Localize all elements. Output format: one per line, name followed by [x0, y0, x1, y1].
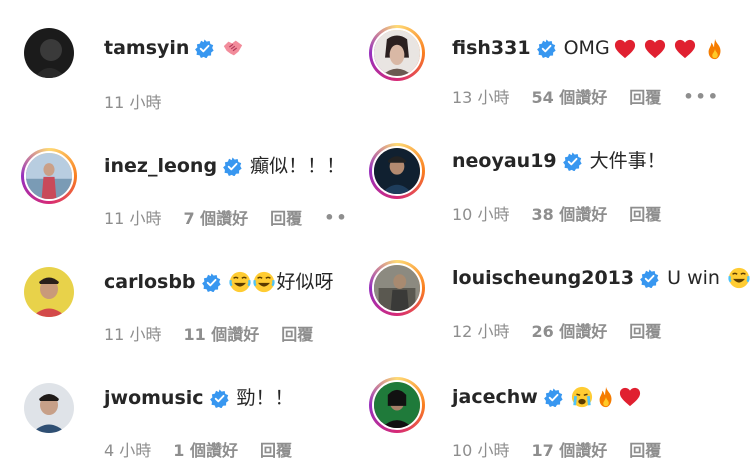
crying-emoji-icon [571, 386, 593, 408]
fire-icon [595, 386, 617, 408]
username[interactable]: louischeung2013 [452, 265, 634, 291]
avatar[interactable] [369, 377, 425, 433]
comment-time: 10 小時 [452, 205, 510, 224]
reply-button[interactable]: 回覆 [270, 205, 302, 229]
username[interactable]: neoyau19 [452, 148, 557, 174]
likes-count[interactable]: 38 個讚好 [531, 201, 607, 225]
avatar[interactable] [369, 25, 425, 81]
comment-time: 12 小時 [452, 322, 510, 341]
reply-button[interactable]: 回覆 [281, 321, 313, 345]
reply-button[interactable]: 回覆 [629, 201, 661, 225]
username[interactable]: inez_leong [104, 153, 217, 179]
comment-text: OMG [563, 37, 610, 59]
laughing-emoji-icon [728, 267, 750, 289]
username[interactable]: jwomusic [104, 385, 204, 411]
likes-count[interactable]: 1 個讚好 [173, 437, 238, 461]
likes-count[interactable]: 26 個讚好 [531, 318, 607, 342]
verified-icon [223, 157, 242, 176]
likes-count[interactable]: 11 個讚好 [183, 321, 259, 345]
username[interactable]: carlosbb [104, 269, 196, 295]
more-options-button[interactable]: ••• [683, 87, 720, 106]
heart-icon [674, 38, 696, 60]
reply-button[interactable]: 回覆 [629, 437, 661, 461]
avatar[interactable] [369, 260, 425, 316]
likes-count[interactable]: 7 個讚好 [183, 205, 248, 229]
verified-icon [544, 388, 563, 407]
verified-icon [537, 39, 556, 58]
heart-icon [619, 386, 641, 408]
avatar[interactable] [369, 143, 425, 199]
username[interactable]: jacechw [452, 384, 538, 410]
verified-icon [563, 152, 582, 171]
likes-count[interactable]: 17 個讚好 [531, 437, 607, 461]
laughing-emoji-icon [229, 271, 251, 293]
comment-text: U win [667, 267, 720, 289]
verified-icon [640, 269, 659, 288]
comment-time: 11 小時 [104, 209, 162, 228]
comment-time: 13 小時 [452, 88, 510, 107]
comment-time: 11 小時 [104, 93, 162, 112]
more-options-button[interactable]: •• [324, 208, 348, 227]
heart-icon [644, 38, 666, 60]
avatar[interactable] [24, 383, 74, 433]
verified-icon [210, 389, 229, 408]
handshake-emoji-icon [222, 37, 244, 59]
avatar[interactable] [21, 148, 77, 204]
likes-count[interactable]: 54 個讚好 [531, 84, 607, 108]
comment-time: 4 小時 [104, 441, 152, 460]
heart-icon [614, 38, 636, 60]
avatar[interactable] [24, 267, 74, 317]
reply-button[interactable]: 回覆 [629, 84, 661, 108]
reply-button[interactable]: 回覆 [629, 318, 661, 342]
verified-icon [195, 39, 214, 58]
comment-time: 10 小時 [452, 441, 510, 460]
fire-icon [704, 38, 726, 60]
username[interactable]: fish331 [452, 35, 531, 61]
reply-button[interactable]: 回覆 [260, 437, 292, 461]
avatar[interactable] [24, 28, 74, 78]
username[interactable]: tamsyin [104, 35, 189, 61]
laughing-emoji-icon [253, 271, 275, 293]
comment-text: 癲似！！！ [250, 155, 346, 177]
comment-text: 大件事！ [589, 150, 666, 172]
comment-text: 好似呀 [276, 271, 334, 293]
comment-text: 勁！！ [236, 387, 294, 409]
comment-time: 11 小時 [104, 325, 162, 344]
verified-icon [202, 273, 221, 292]
